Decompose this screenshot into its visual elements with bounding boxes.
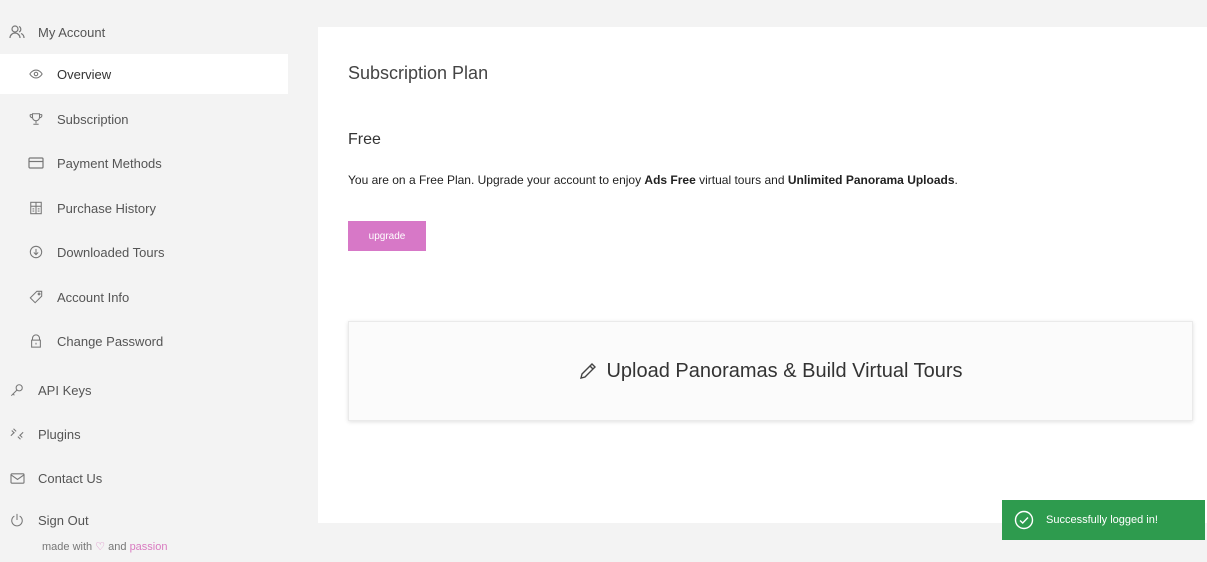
upload-panoramas-button[interactable]: Upload Panoramas & Build Virtual Tours: [348, 321, 1193, 421]
sidebar-item-label: Downloaded Tours: [57, 244, 165, 260]
success-toast[interactable]: Successfully logged in!: [1002, 500, 1205, 540]
receipt-icon: [27, 199, 45, 217]
sidebar-item-label: API Keys: [38, 382, 92, 398]
sidebar-item-api-keys[interactable]: API Keys: [0, 370, 91, 410]
sidebar-item-label: Plugins: [38, 426, 81, 442]
upload-label: Upload Panoramas & Build Virtual Tours: [606, 359, 963, 382]
sidebar-item-label: Payment Methods: [57, 155, 162, 171]
key-icon: [8, 381, 26, 399]
lock-icon: [27, 332, 45, 350]
made-with-credit: made with ♡ and passion: [42, 540, 167, 553]
plug-icon: [8, 425, 26, 443]
plan-description: You are on a Free Plan. Upgrade your acc…: [348, 173, 958, 187]
eye-icon: [27, 65, 45, 83]
plan-desc-text: .: [954, 173, 958, 187]
sidebar-item-sign-out[interactable]: Sign Out: [0, 500, 89, 540]
upgrade-button[interactable]: upgrade: [348, 221, 426, 251]
sidebar-item-label: Contact Us: [38, 470, 103, 486]
envelope-icon: [8, 469, 26, 487]
sidebar-item-label: Overview: [57, 66, 112, 82]
sidebar-item-label: Purchase History: [57, 200, 156, 216]
download-icon: [27, 243, 45, 261]
tag-icon: [27, 288, 45, 306]
sidebar-item-label: Subscription: [57, 111, 129, 127]
sidebar-item-subscription[interactable]: Subscription: [0, 99, 129, 139]
sidebar-item-downloaded-tours[interactable]: Downloaded Tours: [0, 232, 164, 272]
sidebar-item-plugins[interactable]: Plugins: [0, 414, 81, 454]
sidebar-item-payment-methods[interactable]: Payment Methods: [0, 143, 162, 183]
heart-icon: ♡: [95, 541, 106, 553]
plan-name: Free: [348, 131, 381, 148]
user-group-icon: [8, 23, 26, 41]
sidebar-item-contact-us[interactable]: Contact Us: [0, 458, 102, 498]
page: My Account Overview Subscription Payment…: [0, 0, 1207, 562]
made-with-and: and: [108, 541, 127, 553]
subscription-card: Subscription Plan Free You are on a Free…: [318, 27, 1207, 523]
toast-message: Successfully logged in!: [1046, 514, 1158, 526]
plan-desc-text: virtual tours and: [695, 173, 788, 187]
power-icon: [8, 511, 26, 529]
sidebar-item-label: Account Info: [57, 289, 130, 305]
credit-card-icon: [27, 154, 45, 172]
pencil-icon: [578, 361, 598, 381]
passion-link[interactable]: passion: [130, 541, 168, 553]
sidebar-item-overview[interactable]: Overview: [0, 54, 288, 94]
plan-desc-text: You are on a Free Plan. Upgrade your acc…: [348, 173, 645, 187]
sidebar: My Account Overview Subscription Payment…: [0, 0, 300, 562]
sidebar-item-purchase-history[interactable]: Purchase History: [0, 188, 156, 228]
sidebar-item-account-info[interactable]: Account Info: [0, 277, 129, 317]
sidebar-item-my-account[interactable]: My Account: [0, 12, 105, 52]
made-with-prefix: made with: [42, 541, 93, 553]
page-title: Subscription Plan: [348, 63, 489, 83]
plan-desc-bold: Unlimited Panorama Uploads: [787, 173, 955, 187]
sidebar-item-change-password[interactable]: Change Password: [0, 321, 163, 361]
trophy-icon: [27, 110, 45, 128]
sidebar-item-label: My Account: [38, 24, 106, 40]
check-circle-icon: [1014, 510, 1034, 530]
sidebar-item-label: Change Password: [57, 333, 164, 349]
sidebar-item-label: Sign Out: [38, 512, 89, 528]
plan-desc-bold: Ads Free: [644, 173, 696, 187]
